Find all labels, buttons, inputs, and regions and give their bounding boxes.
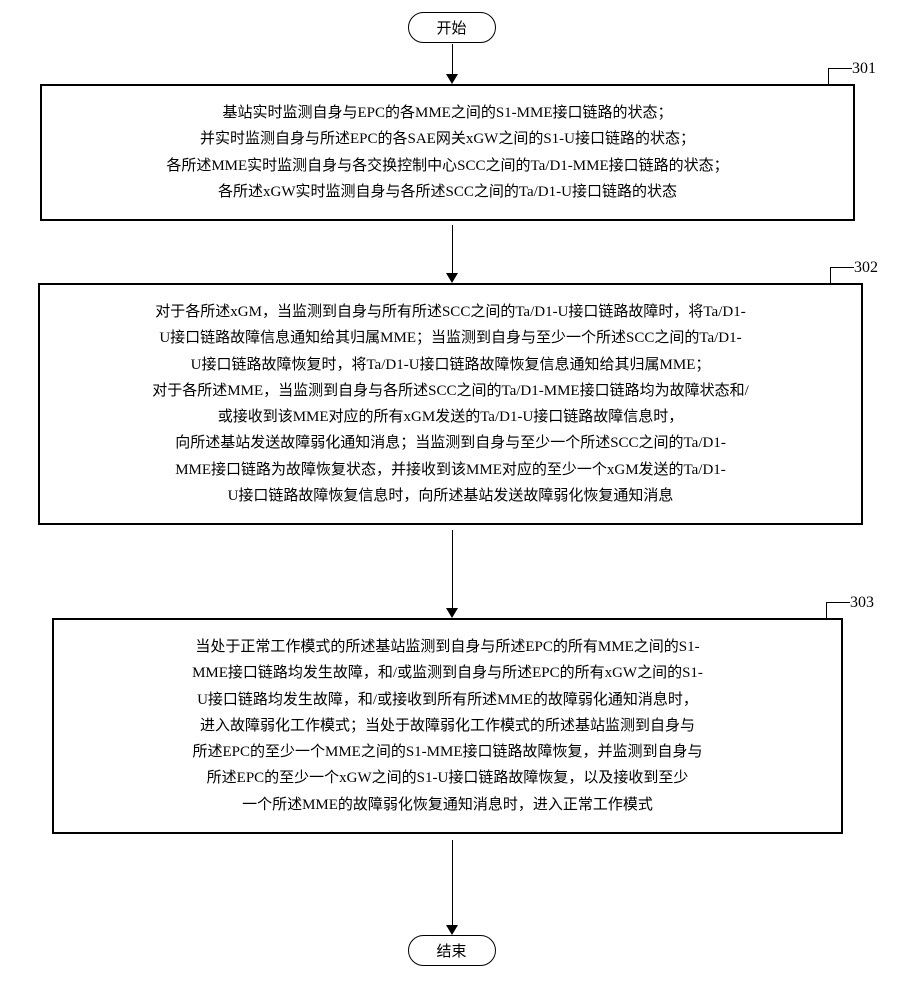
callout-line: [826, 602, 827, 618]
connector: [452, 530, 453, 608]
text-line: 对于各所述xGM，当监测到自身与所有所述SCC之间的Ta/D1-U接口链路故障时…: [64, 299, 837, 325]
callout-line: [828, 68, 829, 84]
terminal-start: 开始: [407, 12, 495, 43]
text-line: 所述EPC的至少一个xGW之间的S1-U接口链路故障恢复，以及接收到至少: [78, 765, 817, 791]
text-line: 基站实时监测自身与EPC的各MME之间的S1-MME接口链路的状态；: [66, 100, 829, 126]
connector: [452, 44, 453, 74]
arrow-down-icon: [446, 925, 458, 935]
callout-line: [826, 602, 850, 603]
arrow-down-icon: [446, 273, 458, 283]
connector: [452, 840, 453, 925]
text-line: 当处于正常工作模式的所述基站监测到自身与所述EPC的所有MME之间的S1-: [78, 634, 817, 660]
text-line: U接口链路故障恢复时，将Ta/D1-U接口链路故障恢复信息通知给其归属MME；: [64, 352, 837, 378]
text-line: U接口链路故障恢复信息时，向所述基站发送故障弱化恢复通知消息: [64, 483, 837, 509]
text-line: 或接收到该MME对应的所有xGM发送的Ta/D1-U接口链路故障信息时，: [64, 404, 837, 430]
process-step-302: 对于各所述xGM，当监测到自身与所有所述SCC之间的Ta/D1-U接口链路故障时…: [38, 283, 863, 525]
text-line: U接口链路故障信息通知给其归属MME；当监测到自身与至少一个所述SCC之间的Ta…: [64, 325, 837, 351]
callout-line: [828, 68, 852, 69]
terminal-start-label: 开始: [436, 21, 466, 37]
text-line: 各所述MME实时监测自身与各交换控制中心SCC之间的Ta/D1-MME接口链路的…: [66, 153, 829, 179]
arrow-down-icon: [446, 74, 458, 84]
step-ref-303: 303: [850, 594, 874, 612]
callout-line: [830, 267, 854, 268]
text-line: MME接口链路为故障恢复状态，并接收到该MME对应的至少一个xGM发送的Ta/D…: [64, 457, 837, 483]
terminal-end: 结束: [407, 935, 495, 966]
text-line: 向所述基站发送故障弱化通知消息；当监测到自身与至少一个所述SCC之间的Ta/D1…: [64, 430, 837, 456]
text-line: 并实时监测自身与所述EPC的各SAE网关xGW之间的S1-U接口链路的状态；: [66, 126, 829, 152]
process-step-303: 当处于正常工作模式的所述基站监测到自身与所述EPC的所有MME之间的S1- MM…: [52, 618, 843, 834]
step-ref-302: 302: [854, 259, 878, 277]
text-line: 所述EPC的至少一个MME之间的S1-MME接口链路故障恢复，并监测到自身与: [78, 739, 817, 765]
text-line: MME接口链路均发生故障，和/或监测到自身与所述EPC的所有xGW之间的S1-: [78, 660, 817, 686]
terminal-end-label: 结束: [436, 944, 466, 960]
arrow-down-icon: [446, 608, 458, 618]
text-line: U接口链路均发生故障，和/或接收到所有所述MME的故障弱化通知消息时，: [78, 687, 817, 713]
flow-diagram: 开始 301 基站实时监测自身与EPC的各MME之间的S1-MME接口链路的状态…: [0, 0, 903, 1000]
step-ref-301: 301: [852, 60, 876, 78]
text-line: 进入故障弱化工作模式；当处于故障弱化工作模式的所述基站监测到自身与: [78, 713, 817, 739]
text-line: 一个所述MME的故障弱化恢复通知消息时，进入正常工作模式: [78, 792, 817, 818]
text-line: 对于各所述MME，当监测到自身与各所述SCC之间的Ta/D1-MME接口链路均为…: [64, 378, 837, 404]
connector: [452, 225, 453, 273]
process-step-301: 基站实时监测自身与EPC的各MME之间的S1-MME接口链路的状态； 并实时监测…: [40, 84, 855, 221]
text-line: 各所述xGW实时监测自身与各所述SCC之间的Ta/D1-U接口链路的状态: [66, 179, 829, 205]
callout-line: [830, 267, 831, 283]
